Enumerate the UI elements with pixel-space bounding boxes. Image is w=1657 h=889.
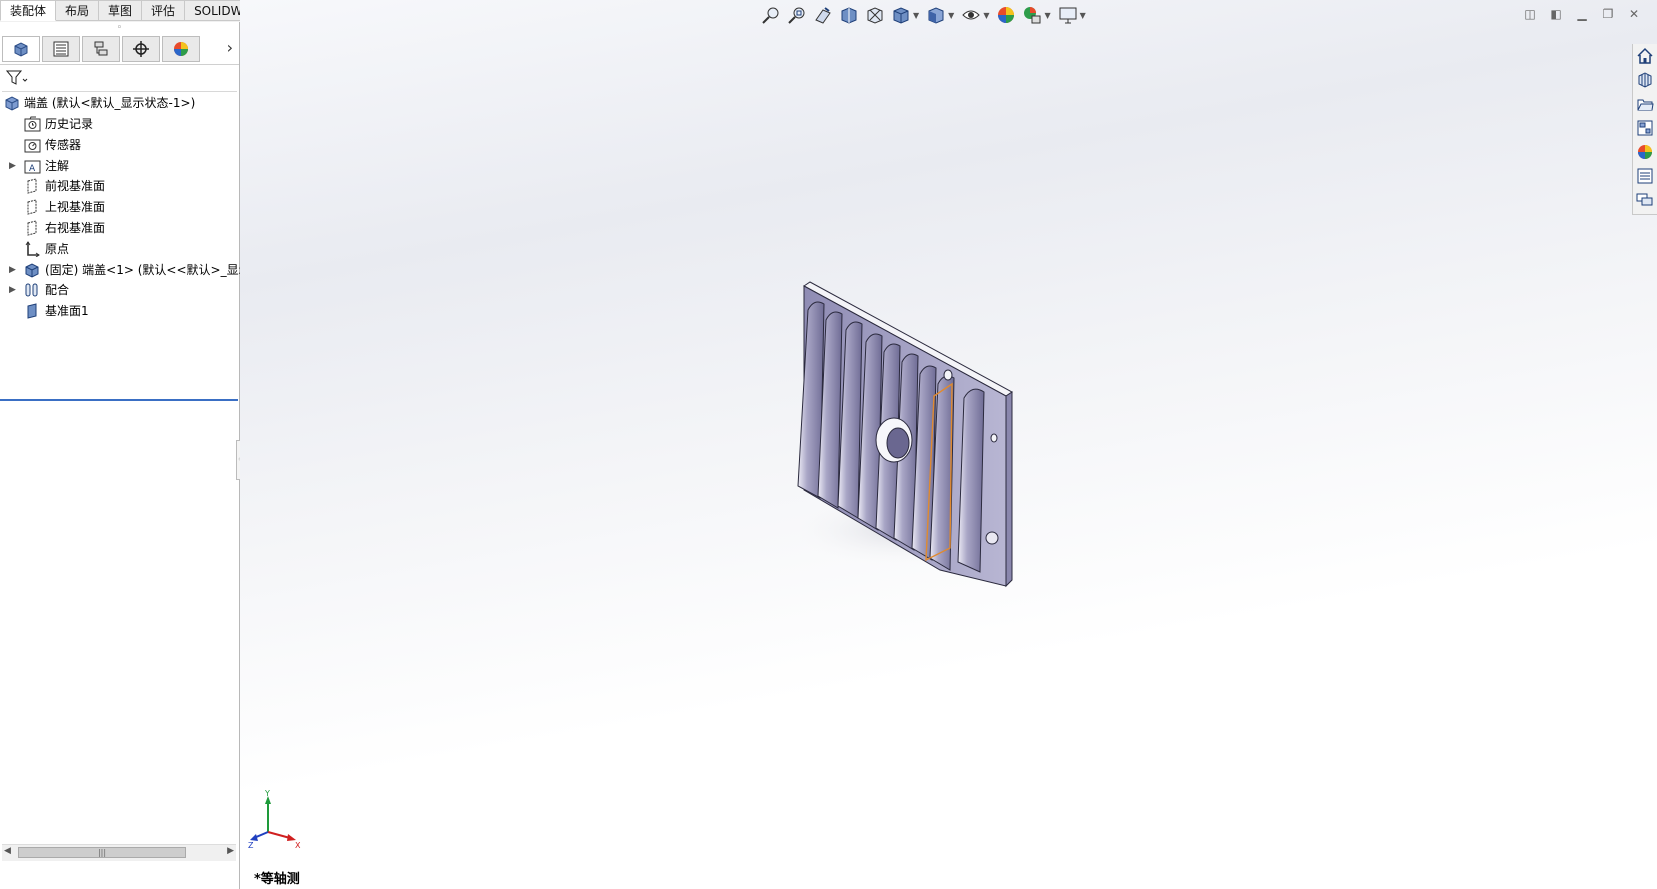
- filter-icon[interactable]: [5, 70, 28, 89]
- home-icon[interactable]: [1634, 45, 1656, 67]
- expand-arrow-icon[interactable]: ▶: [9, 260, 16, 280]
- tree-item-label: 原点: [45, 241, 70, 256]
- feature-manager-icon[interactable]: [2, 36, 40, 62]
- apply-scene-icon[interactable]: [1021, 4, 1043, 26]
- tree-item-label: 前视基准面: [45, 179, 106, 194]
- tree-root-label: 端盖 (默认<默认_显示状态-1>): [24, 96, 196, 110]
- previous-view-icon[interactable]: [812, 4, 834, 26]
- tab-0[interactable]: 装配体: [0, 0, 57, 21]
- edit-appearance-icon[interactable]: [995, 4, 1017, 26]
- tree-item-label: 基准面1: [45, 304, 89, 319]
- restore-icon[interactable]: ❐: [1595, 6, 1621, 22]
- tree-item-label: 右视基准面: [45, 221, 106, 235]
- history-folder-icon: [24, 116, 41, 132]
- tile-left-icon[interactable]: ◫: [1517, 6, 1543, 22]
- heads-up-view-toolbar: ▼ ▼ ▼ ▼ ▼: [760, 4, 1092, 26]
- triad-x-label: X: [295, 841, 301, 850]
- tab-3[interactable]: 评估: [142, 0, 186, 21]
- dropdown-arrow-icon[interactable]: ▼: [913, 11, 919, 20]
- horizontal-scrollbar[interactable]: ◀ ||| ▶: [2, 844, 236, 861]
- document-window-controls: ◫ ◧ ▁ ❐ ✕: [1517, 6, 1647, 22]
- part-component-icon: [24, 262, 41, 278]
- svg-text:A: A: [29, 164, 36, 174]
- panel-grip[interactable]: ◦: [0, 22, 239, 34]
- minimize-icon[interactable]: ▁: [1569, 6, 1595, 22]
- tab-2[interactable]: 草图: [99, 0, 143, 21]
- appearances-icon[interactable]: [1634, 141, 1656, 163]
- plane-icon: [24, 220, 41, 236]
- dropdown-arrow-icon[interactable]: ▼: [1044, 11, 1050, 20]
- annotation-folder-icon: A: [24, 158, 41, 174]
- zoom-to-area-icon[interactable]: [786, 4, 808, 26]
- dropdown-arrow-icon[interactable]: ▼: [983, 11, 989, 20]
- plane-icon: [24, 178, 41, 195]
- more-tabs-arrow[interactable]: ›: [227, 38, 233, 57]
- tile-right-icon[interactable]: ◧: [1543, 6, 1569, 22]
- close-icon[interactable]: ✕: [1621, 6, 1647, 22]
- hide-show-items-icon[interactable]: [960, 4, 982, 26]
- task-pane-tabs: [1632, 44, 1657, 215]
- tree-item-label: 配合: [45, 283, 70, 298]
- custom-properties-icon[interactable]: [1634, 165, 1656, 187]
- display-style-icon[interactable]: [925, 4, 947, 26]
- model-end-cover[interactable]: [780, 280, 1020, 600]
- tree-item-label: 上视基准面: [45, 200, 106, 215]
- dropdown-arrow-icon[interactable]: ▼: [948, 11, 954, 20]
- tab-1[interactable]: 布局: [56, 0, 100, 21]
- view-orientation-icon[interactable]: [890, 4, 912, 26]
- scroll-right-icon[interactable]: ▶: [227, 846, 234, 856]
- triad-z-label: Z: [248, 841, 254, 850]
- scroll-left-icon[interactable]: ◀: [4, 846, 11, 856]
- manager-tabs: ›: [0, 34, 239, 65]
- zoom-to-fit-icon[interactable]: [760, 4, 782, 26]
- scrollbar-thumb[interactable]: |||: [18, 847, 186, 858]
- view-settings-icon[interactable]: [1057, 4, 1079, 26]
- expand-arrow-icon[interactable]: ▶: [9, 280, 16, 300]
- section-view-icon[interactable]: [838, 4, 860, 26]
- mates-folder-icon: [24, 282, 41, 298]
- assembly-icon: [4, 95, 21, 111]
- dropdown-arrow-icon[interactable]: ▼: [1080, 11, 1086, 20]
- tree-item-label: 传感器: [45, 137, 82, 152]
- configuration-manager-icon[interactable]: [82, 36, 120, 62]
- expand-arrow-icon[interactable]: ▶: [9, 156, 16, 176]
- tree-rollback-bar[interactable]: [0, 399, 238, 401]
- feature-manager-panel: ◦ › 端盖 (默认<默认_显示状态-1>) 历史记录 传感器 ▶ A 注解 前…: [0, 22, 251, 889]
- reference-triad: Y X Z: [248, 790, 301, 850]
- design-library-icon[interactable]: [1634, 69, 1656, 91]
- tree-filter[interactable]: [2, 67, 237, 92]
- file-explorer-icon[interactable]: [1634, 93, 1656, 115]
- property-manager-icon[interactable]: [42, 36, 80, 62]
- dynamic-annotation-icon[interactable]: [864, 4, 886, 26]
- graphics-area[interactable]: ▼ ▼ ▼ ▼ ▼ ◫ ◧ ▁ ❐ ✕ Y X Z *等轴测: [240, 0, 1657, 889]
- dimxpert-icon[interactable]: [122, 36, 160, 62]
- tree-item-label: 注解: [45, 158, 70, 173]
- display-manager-icon[interactable]: [162, 36, 200, 62]
- origin-icon: [24, 240, 41, 258]
- plane-icon: [24, 199, 41, 215]
- view-orientation-label: *等轴测: [254, 872, 300, 887]
- tree-item-label: 历史记录: [45, 117, 94, 131]
- triad-y-label: Y: [264, 790, 270, 798]
- plane-blue-icon: [24, 303, 41, 319]
- forum-icon[interactable]: [1634, 189, 1656, 211]
- tree-item-label: (固定) 端盖<1> (默认<<默认>_显示: [45, 262, 251, 277]
- view-palette-icon[interactable]: [1634, 117, 1656, 139]
- sensor-folder-icon: [24, 137, 41, 153]
